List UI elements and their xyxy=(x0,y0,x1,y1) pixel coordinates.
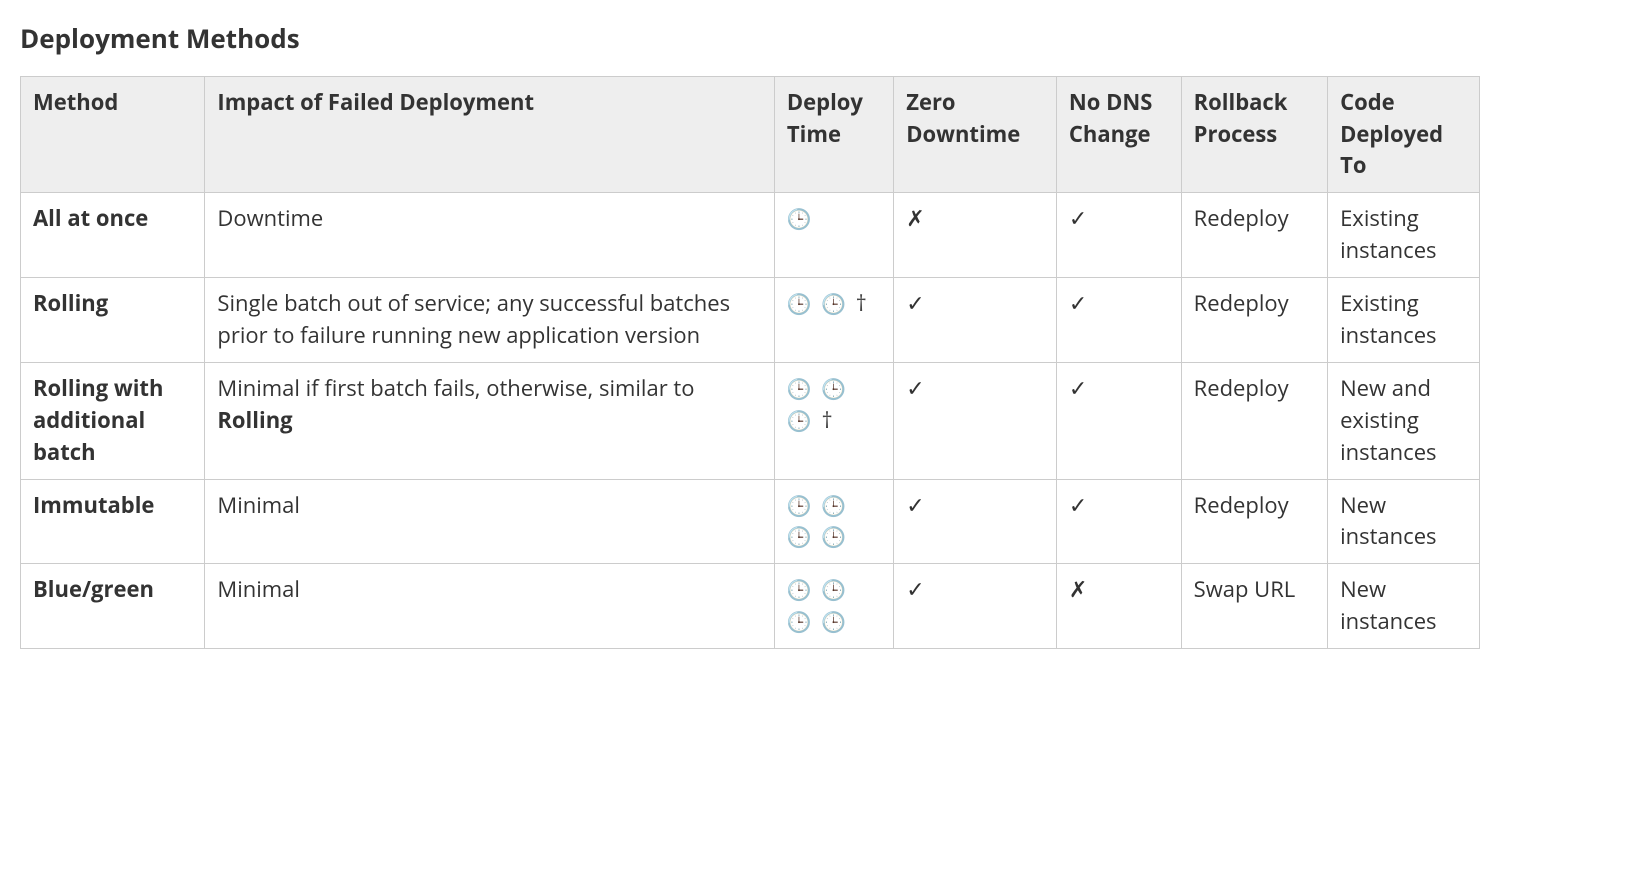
cell-no-dns-change: ✓ xyxy=(1056,362,1181,479)
cell-rollback: Redeploy xyxy=(1181,479,1327,564)
dagger-icon: † xyxy=(848,288,867,318)
table-row: Blue/green Minimal 🕒 🕒 🕒 🕒 ✓✗Swap URLNew in… xyxy=(21,564,1480,649)
cell-code-deployed-to: New and existing instances xyxy=(1328,362,1480,479)
impact-text: Minimal xyxy=(217,574,300,604)
cell-no-dns-change: ✓ xyxy=(1056,479,1181,564)
table-header-row: Method Impact of Failed Deployment Deplo… xyxy=(21,76,1480,193)
cell-impact: Downtime xyxy=(205,193,774,278)
cell-method: Rolling with additional batch xyxy=(21,362,205,479)
impact-text: Single batch out of service; any success… xyxy=(217,288,730,350)
table-row: RollingSingle batch out of service; any … xyxy=(21,278,1480,363)
cell-rollback: Redeploy xyxy=(1181,362,1327,479)
impact-text: Downtime xyxy=(217,203,323,233)
cell-method: Rolling xyxy=(21,278,205,363)
cell-deploy-time: 🕒 🕒 † xyxy=(774,278,893,363)
clock-icon: 🕒 🕒 🕒 🕒 xyxy=(787,492,848,551)
cell-impact: Minimal xyxy=(205,564,774,649)
col-header-method: Method xyxy=(21,76,205,193)
cell-no-dns-change: ✓ xyxy=(1056,193,1181,278)
clock-icon: 🕒 🕒 🕒 🕒 xyxy=(787,576,848,635)
cell-method: Immutable xyxy=(21,479,205,564)
cell-no-dns-change: ✗ xyxy=(1056,564,1181,649)
cell-method: All at once xyxy=(21,193,205,278)
table-row: ImmutableMinimal🕒 🕒 🕒 🕒✓✓RedeployNew ins… xyxy=(21,479,1480,564)
cell-code-deployed-to: New instances xyxy=(1328,564,1480,649)
impact-bold: Rolling xyxy=(217,405,292,435)
table-row: Rolling with additional batch Minimal if … xyxy=(21,362,1480,479)
cell-rollback: Redeploy xyxy=(1181,193,1327,278)
cell-deploy-time: 🕒 xyxy=(774,193,893,278)
cell-impact: Minimal xyxy=(205,479,774,564)
cell-zero-downtime: ✓ xyxy=(894,564,1057,649)
cell-zero-downtime: ✓ xyxy=(894,479,1057,564)
cell-no-dns-change: ✓ xyxy=(1056,278,1181,363)
impact-text: Minimal xyxy=(217,490,300,520)
cell-zero-downtime: ✓ xyxy=(894,278,1057,363)
impact-text: Minimal if first batch fails, otherwise,… xyxy=(217,373,694,403)
dagger-icon: † xyxy=(814,405,833,435)
col-header-time: Deploy Time xyxy=(774,76,893,193)
col-header-dns: No DNS Change xyxy=(1056,76,1181,193)
cell-zero-downtime: ✓ xyxy=(894,362,1057,479)
deployment-methods-table: Method Impact of Failed Deployment Deplo… xyxy=(20,76,1480,649)
cell-rollback: Swap URL xyxy=(1181,564,1327,649)
cell-code-deployed-to: Existing instances xyxy=(1328,193,1480,278)
cell-rollback: Redeploy xyxy=(1181,278,1327,363)
cell-deploy-time: 🕒 🕒 🕒 🕒 xyxy=(774,479,893,564)
col-header-rollback: Rollback Process xyxy=(1181,76,1327,193)
cell-method: Blue/green xyxy=(21,564,205,649)
cell-zero-downtime: ✗ xyxy=(894,193,1057,278)
cell-deploy-time: 🕒 🕒 🕒 🕒 xyxy=(774,564,893,649)
cell-impact: Single batch out of service; any success… xyxy=(205,278,774,363)
clock-icon: 🕒 🕒 xyxy=(787,290,848,317)
page-title: Deployment Methods xyxy=(20,20,1626,58)
table-row: All at once Downtime 🕒 ✗✓RedeployExisting i… xyxy=(21,193,1480,278)
col-header-zero: Zero Downtime xyxy=(894,76,1057,193)
cell-code-deployed-to: New instances xyxy=(1328,479,1480,564)
col-header-impact: Impact of Failed Deployment xyxy=(205,76,774,193)
col-header-code: Code Deployed To xyxy=(1328,76,1480,193)
clock-icon: 🕒 xyxy=(787,205,814,232)
cell-code-deployed-to: Existing instances xyxy=(1328,278,1480,363)
cell-impact: Minimal if first batch fails, otherwise,… xyxy=(205,362,774,479)
cell-deploy-time: 🕒 🕒 🕒 † xyxy=(774,362,893,479)
